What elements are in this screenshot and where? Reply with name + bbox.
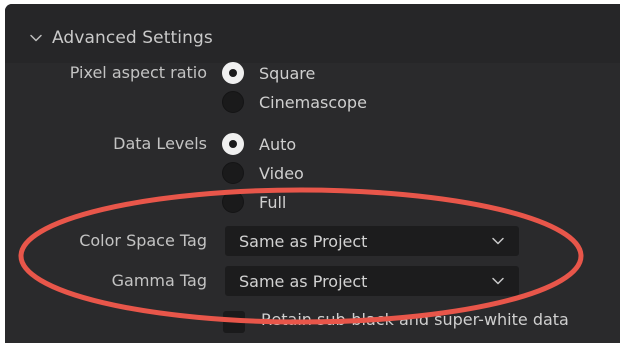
radio-button[interactable] xyxy=(222,191,244,213)
radio-full[interactable]: Full xyxy=(222,191,286,213)
radio-button[interactable] xyxy=(222,91,244,113)
radio-video[interactable]: Video xyxy=(222,162,304,184)
chevron-down-icon xyxy=(30,34,42,42)
chevron-down-icon xyxy=(492,277,504,285)
radio-cinemascope[interactable]: Cinemascope xyxy=(222,91,367,113)
radio-label: Full xyxy=(259,192,287,212)
chevron-down-icon xyxy=(492,237,504,245)
radio-button[interactable] xyxy=(222,133,244,155)
gamma-tag-dropdown[interactable]: Same as Project xyxy=(225,266,519,296)
radio-label: Square xyxy=(259,63,316,83)
radio-button[interactable] xyxy=(222,62,244,84)
radio-square[interactable]: Square xyxy=(222,62,315,84)
retain-data-checkbox[interactable] xyxy=(223,311,245,333)
retain-data-label: Retain sub-black and super-white data xyxy=(261,310,569,329)
radio-label: Auto xyxy=(259,134,297,154)
radio-label: Cinemascope xyxy=(259,92,367,112)
color-space-tag-dropdown[interactable]: Same as Project xyxy=(225,226,519,256)
gamma-tag-label: Gamma Tag xyxy=(111,271,207,290)
dropdown-value: Same as Project xyxy=(239,231,368,251)
section-title: Advanced Settings xyxy=(52,28,213,48)
pixel-aspect-ratio-label: Pixel aspect ratio xyxy=(69,63,207,82)
color-space-tag-label: Color Space Tag xyxy=(79,231,207,250)
radio-auto[interactable]: Auto xyxy=(222,133,296,155)
data-levels-label: Data Levels xyxy=(113,134,207,153)
radio-label: Video xyxy=(259,163,304,183)
advanced-settings-header[interactable]: Advanced Settings xyxy=(28,28,213,48)
dropdown-value: Same as Project xyxy=(239,271,368,291)
radio-button[interactable] xyxy=(222,162,244,184)
